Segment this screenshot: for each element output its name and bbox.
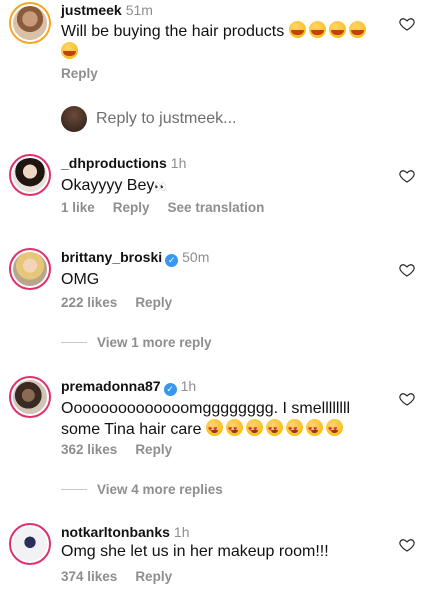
- timestamp: 1h: [180, 378, 197, 394]
- divider: [61, 342, 87, 343]
- see-translation-button[interactable]: See translation: [168, 200, 265, 215]
- verified-badge-icon: ✓: [165, 254, 179, 267]
- heart-eyes-icon: [305, 419, 323, 440]
- heart-outline-icon[interactable]: [399, 537, 415, 553]
- comment-body: Omg she let us in her makeup room!!!: [61, 543, 329, 560]
- heart-eyes-icon: [285, 419, 303, 440]
- smiling-face-with-hearts-icon: [328, 21, 346, 38]
- like-count[interactable]: 374 likes: [61, 569, 117, 584]
- avatar[interactable]: [9, 2, 51, 44]
- smiling-face-with-hearts-icon: [348, 21, 366, 38]
- view-more-label: View 1 more reply: [97, 335, 212, 350]
- avatar[interactable]: [9, 248, 51, 290]
- reply-button[interactable]: Reply: [135, 569, 172, 584]
- timestamp: 1h: [173, 524, 190, 540]
- heart-eyes-icon: [325, 419, 343, 440]
- heart-eyes-icon: [245, 419, 263, 440]
- comment-text: Will be buying the hair products: [61, 21, 391, 63]
- avatar[interactable]: [9, 154, 51, 196]
- reply-button[interactable]: Reply: [135, 295, 172, 310]
- reply-placeholder[interactable]: Reply to justmeek...: [96, 110, 237, 128]
- avatar: [61, 106, 87, 132]
- timestamp: 51m: [125, 2, 153, 18]
- username[interactable]: _dhproductions: [61, 155, 167, 171]
- username[interactable]: notkarltonbanks: [61, 524, 170, 540]
- comment-actions: 362 likes Reply: [61, 442, 190, 457]
- comment-actions: 1 like Reply See translation: [61, 200, 282, 215]
- comment-body: OMG: [61, 271, 100, 288]
- like-count[interactable]: 362 likes: [61, 442, 117, 457]
- timestamp: 50m: [182, 249, 210, 265]
- heart-outline-icon[interactable]: [399, 391, 415, 407]
- reply-button[interactable]: Reply: [135, 442, 172, 457]
- comment-actions: 222 likes Reply: [61, 295, 190, 310]
- smiling-face-with-hearts-icon: [288, 21, 306, 38]
- heart-eyes-icon: [265, 419, 283, 440]
- heart-eyes-icon: [205, 419, 223, 440]
- reply-button[interactable]: Reply: [113, 200, 150, 215]
- like-count[interactable]: 222 likes: [61, 295, 117, 310]
- heart-outline-icon[interactable]: [399, 168, 415, 184]
- view-more-replies-button[interactable]: View 4 more replies: [61, 482, 223, 497]
- comment-body: Will be buying the hair products: [61, 23, 285, 40]
- comment-body: Okayyyy Bey: [61, 177, 155, 194]
- view-more-replies-button[interactable]: View 1 more reply: [61, 335, 212, 350]
- avatar[interactable]: [9, 523, 51, 565]
- smiling-face-with-hearts-icon: [308, 21, 326, 38]
- verified-badge-icon: ✓: [163, 383, 177, 396]
- divider: [61, 489, 87, 490]
- comment-body-line1: Oooooooooooooomgggggggg. I smellllllll: [61, 400, 351, 417]
- reply-button[interactable]: Reply: [61, 66, 98, 81]
- eyes-icon: 👀: [154, 182, 166, 193]
- timestamp: 1h: [170, 155, 187, 171]
- username[interactable]: premadonna87: [61, 378, 161, 394]
- heart-outline-icon[interactable]: [399, 16, 415, 32]
- smiling-face-with-hearts-icon: [61, 42, 78, 59]
- view-more-label: View 4 more replies: [97, 482, 223, 497]
- username[interactable]: justmeek: [61, 2, 122, 18]
- heart-outline-icon[interactable]: [399, 262, 415, 278]
- like-count[interactable]: 1 like: [61, 200, 95, 215]
- comment-body-line2: some Tina hair care: [61, 421, 202, 438]
- comment-actions: Reply: [61, 66, 116, 81]
- username[interactable]: brittany_broski: [61, 249, 162, 265]
- heart-eyes-icon: [225, 419, 243, 440]
- comment-actions: 374 likes Reply: [61, 569, 190, 584]
- avatar[interactable]: [9, 376, 51, 418]
